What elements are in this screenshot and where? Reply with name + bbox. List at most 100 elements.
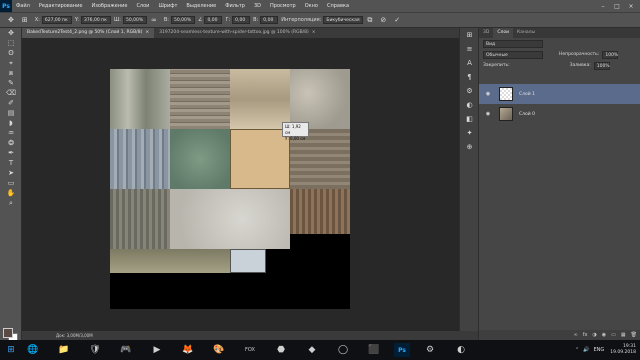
x-input[interactable]: 627,00 пк [41,16,72,24]
menu-image[interactable]: Изображение [91,3,127,9]
interpolation-select[interactable]: Бикубическая [323,16,364,24]
height-input[interactable]: 50,00% [170,16,195,24]
taskbar-app-icon[interactable]: 📁 [53,340,75,360]
language-indicator[interactable]: ENG [593,347,604,353]
canvas-area[interactable]: Ш: 1,92 см У: 0,00 см [22,38,478,331]
pen-tool-icon[interactable]: ✒ [0,148,22,158]
clock[interactable]: 19:31 19.09.2018 [610,344,636,356]
layer-row[interactable]: ◉ Слой 1 [479,84,640,104]
menu-view[interactable]: Просмотр [270,3,296,9]
spider-texture-tile[interactable] [230,129,290,189]
healing-tool-icon[interactable]: ⌫ [0,88,22,98]
hand-tool-icon[interactable]: ✋ [0,188,22,198]
tab-channels[interactable]: Каналы [513,28,539,38]
taskbar-app-icon[interactable]: 🎮 [115,340,137,360]
speaker-icon[interactable]: 🔊 [583,347,589,353]
tray-up-icon[interactable]: ⌃ [575,347,579,353]
visibility-eye-icon[interactable]: ◉ [483,91,493,97]
taskbar-app-icon[interactable]: ⚙ [419,340,441,360]
quick-select-tool-icon[interactable]: ⌖ [0,58,22,68]
tab-spider-texture[interactable]: 3197204-seamless-texture-with-spider-tat… [154,28,320,38]
styles-panel-icon[interactable]: ✦ [460,126,479,140]
visibility-eye-icon[interactable]: ◉ [483,111,493,117]
cancel-transform-icon[interactable]: ⊘ [380,16,386,24]
menu-window[interactable]: Окно [305,3,318,9]
link-icon[interactable]: ∞ [151,16,157,24]
taskbar-app-icon[interactable]: 🦊 [177,340,199,360]
menu-layers[interactable]: Слои [136,3,149,9]
move-tool-icon[interactable]: ✥ [0,28,22,38]
paragraph-panel-icon[interactable]: ¶ [460,70,479,84]
angle-input[interactable]: 0,00 [204,16,223,24]
eraser-tool-icon[interactable]: ♒ [0,128,22,138]
adjustment-layer-icon[interactable]: ◉ [602,332,606,338]
maximize-button[interactable]: □ [610,3,624,10]
taskbar-app-icon[interactable]: FOX [239,340,261,360]
warp-icon[interactable]: ⧉ [367,16,372,25]
swatches-panel-icon[interactable]: ◧ [460,112,479,126]
brush-tool-icon[interactable]: ✐ [0,98,22,108]
photoshop-taskbar-icon[interactable]: Ps [394,343,410,357]
menu-type[interactable]: Шрифт [158,3,177,9]
menu-3d[interactable]: 3D [254,3,261,9]
crop-tool-icon[interactable]: ⧈ [0,68,22,78]
commit-transform-icon[interactable]: ✓ [394,16,400,24]
history-panel-icon[interactable]: ⊞ [460,28,479,42]
taskbar-app-icon[interactable]: 🌐 [22,340,44,360]
gradient-tool-icon[interactable]: ❂ [0,138,22,148]
stamp-tool-icon[interactable]: ▤ [0,108,22,118]
close-tab-icon[interactable]: × [145,30,149,35]
taskbar-app-icon[interactable]: 🎨 [208,340,230,360]
foreground-color-swatch[interactable] [3,328,13,338]
layer-filter-select[interactable]: Вид [483,39,543,48]
brush-settings-icon[interactable]: ⚙ [460,84,479,98]
shape-tool-icon[interactable]: ▭ [0,178,22,188]
menu-edit[interactable]: Редактирование [39,3,83,9]
width-input[interactable]: 50,00% [122,16,147,24]
reference-point-icon[interactable]: ⊞ [22,16,28,24]
eyedropper-tool-icon[interactable]: ✎ [0,78,22,88]
y-input[interactable]: 376,00 пк [80,16,111,24]
chrome-icon[interactable]: ◯ [332,340,354,360]
hskew-input[interactable]: 0,00 [232,16,251,24]
marquee-tool-icon[interactable]: ⬚ [0,38,22,48]
taskbar-app-icon[interactable]: ◆ [301,340,323,360]
tab-layers[interactable]: Слои [493,28,514,38]
taskbar-app-icon[interactable]: ⬛ [363,340,385,360]
menu-select[interactable]: Выделение [186,3,216,9]
tab-baked-texture[interactable]: BakedTexture2Test4_2.png @ 50% (Слой 1, … [22,28,155,38]
trash-icon[interactable]: 🗑 [631,332,637,338]
layer-row[interactable]: ◉ Слой 0 [479,104,640,124]
zoom-tool-icon[interactable]: ⌕ [0,198,22,208]
taskbar-app-icon[interactable]: 🛡 [84,340,106,360]
navigator-panel-icon[interactable]: ⊕ [460,140,479,154]
type-tool-icon[interactable]: T [0,158,22,168]
group-icon[interactable]: ▭ [611,332,616,338]
layer-style-icon[interactable]: fx [583,332,588,338]
document-canvas[interactable] [110,69,350,309]
taskbar-app-icon[interactable]: ▶ [146,340,168,360]
close-button[interactable]: × [624,3,638,10]
menu-file[interactable]: Файл [16,3,30,9]
path-select-tool-icon[interactable]: ➤ [0,168,22,178]
windows-start-icon[interactable]: ⊞ [0,340,22,360]
blend-mode-select[interactable]: Обычные [483,50,543,59]
link-layers-icon[interactable]: ∞ [574,332,578,338]
taskbar-app-icon[interactable]: ⬣ [270,340,292,360]
fill-input[interactable]: 100% [593,61,610,70]
move-tool-icon[interactable]: ✥ [8,16,14,24]
vskew-input[interactable]: 0,00 [260,16,279,24]
taskbar-app-icon[interactable]: ◐ [450,340,472,360]
menu-help[interactable]: Справка [327,3,349,9]
character-panel-icon[interactable]: A [460,56,479,70]
close-tab-icon[interactable]: × [312,30,316,35]
lasso-tool-icon[interactable]: ʘ [0,48,22,58]
properties-panel-icon[interactable]: ≡ [460,42,479,56]
minimize-button[interactable]: – [596,3,610,10]
opacity-input[interactable]: 100% [602,50,619,59]
tab-3d[interactable]: 3D [479,28,493,38]
new-layer-icon[interactable]: ▦ [621,332,626,338]
layer-mask-icon[interactable]: ◑ [592,332,596,338]
history-brush-tool-icon[interactable]: ◗ [0,118,22,128]
adjustments-panel-icon[interactable]: ◐ [460,98,479,112]
